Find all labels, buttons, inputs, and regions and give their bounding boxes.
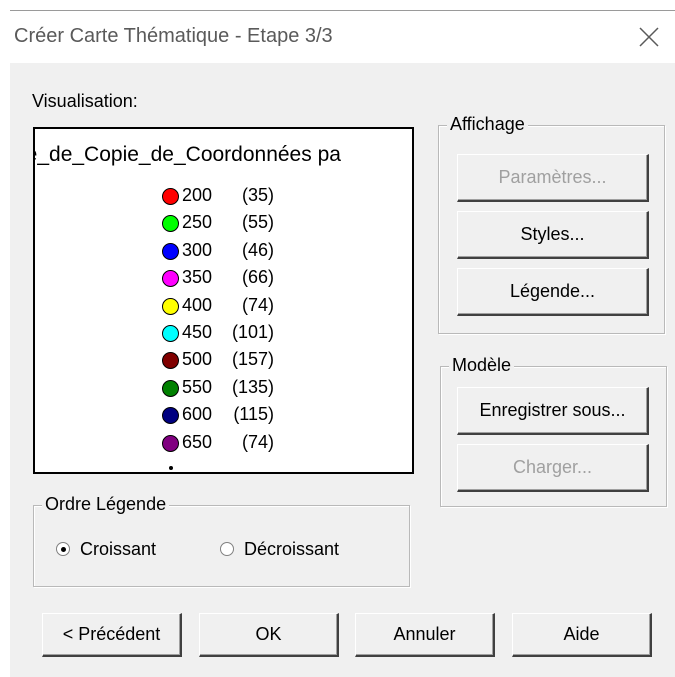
title-bar: Créer Carte Thématique - Etape 3/3	[0, 11, 675, 63]
legend-count: (101)	[231, 322, 274, 342]
legend-count: (74)	[241, 294, 274, 315]
legend-color-swatch	[162, 434, 179, 452]
legend-value: 250	[182, 212, 213, 233]
window-title: Créer Carte Thématique - Etape 3/3	[14, 25, 333, 47]
legend-color-swatch	[162, 407, 179, 425]
legend-value: 500	[182, 349, 213, 370]
modele-group: Modèle Enregistrer sous... Charger...	[440, 355, 667, 507]
croissant-label: Croissant	[80, 539, 157, 559]
close-icon[interactable]	[637, 25, 661, 49]
legend-color-swatch	[162, 297, 179, 315]
legend-row: 500 (157)	[162, 348, 312, 375]
legend-value: 350	[182, 267, 213, 288]
legend-count: (157)	[231, 349, 274, 370]
precedent-button[interactable]: < Précédent	[42, 613, 182, 657]
legend-count: (46)	[241, 239, 274, 260]
legend-row: 350 (66)	[162, 266, 312, 293]
legend-value: 650	[182, 431, 213, 452]
decroissant-radio-circle[interactable]	[220, 542, 234, 556]
legend-row: 200 (35)	[162, 184, 312, 211]
legend-count: (115)	[233, 404, 274, 425]
ordre-legende-group: Ordre Légende Croissant Décroissant	[33, 494, 410, 587]
decroissant-label: Décroissant	[244, 539, 340, 559]
annuler-button[interactable]: Annuler	[355, 613, 495, 657]
legend-color-swatch	[162, 242, 179, 260]
legend-color-swatch	[162, 352, 179, 370]
legend-overflow-dot	[169, 466, 173, 470]
legend-row: 400 (74)	[162, 294, 312, 321]
croissant-radio-circle[interactable]	[56, 542, 70, 556]
layer-name: ie_de_Copie_de_Coordonnées pa	[33, 143, 341, 166]
legend-count: (74)	[241, 431, 274, 452]
legend-value: 400	[182, 294, 213, 315]
legend-row: 650 (74)	[162, 431, 312, 458]
legend-row: 550 (135)	[162, 376, 312, 403]
charger-button[interactable]: Charger...	[457, 444, 649, 492]
modele-title: Modèle	[449, 355, 515, 376]
legend-color-swatch	[162, 325, 179, 342]
legend-row: 600 (115)	[162, 403, 312, 430]
dialog-body: Visualisation: ie_de_Copie_de_Coordonnée…	[10, 63, 675, 677]
parametres-button[interactable]: Paramètres...	[457, 154, 649, 202]
ordre-legende-title: Ordre Légende	[42, 494, 170, 515]
affichage-group: Affichage Paramètres... Styles... Légend…	[438, 114, 665, 334]
map-preview: ie_de_Copie_de_Coordonnées pa 200 (35) 250…	[33, 127, 414, 474]
legend-color-swatch	[162, 188, 179, 205]
styles-button[interactable]: Styles...	[457, 211, 649, 259]
legend-count: (35)	[241, 185, 274, 205]
affichage-title: Affichage	[447, 114, 528, 135]
legend-row: 250 (55)	[162, 211, 312, 238]
legend-value: 600	[182, 404, 213, 425]
aide-button[interactable]: Aide	[512, 613, 652, 657]
legend-value: 300	[182, 239, 213, 260]
enregistrer-sous-button[interactable]: Enregistrer sous...	[457, 387, 649, 435]
legend-color-swatch	[162, 270, 179, 288]
legend-color-swatch	[162, 215, 179, 233]
legend-count: (55)	[241, 212, 274, 233]
legend-value: 450	[182, 322, 213, 342]
legend-count: (135)	[231, 376, 274, 397]
legende-button[interactable]: Légende...	[457, 268, 649, 316]
legend-value: 200	[182, 185, 213, 205]
visualisation-label: Visualisation:	[32, 91, 138, 111]
legend-row: 450 (101)	[162, 321, 312, 348]
legend-count: (66)	[241, 267, 274, 288]
legend-value: 550	[182, 376, 213, 397]
legend-row: 300 (46)	[162, 239, 312, 266]
ok-button[interactable]: OK	[199, 613, 339, 657]
legend-color-swatch	[162, 379, 179, 397]
